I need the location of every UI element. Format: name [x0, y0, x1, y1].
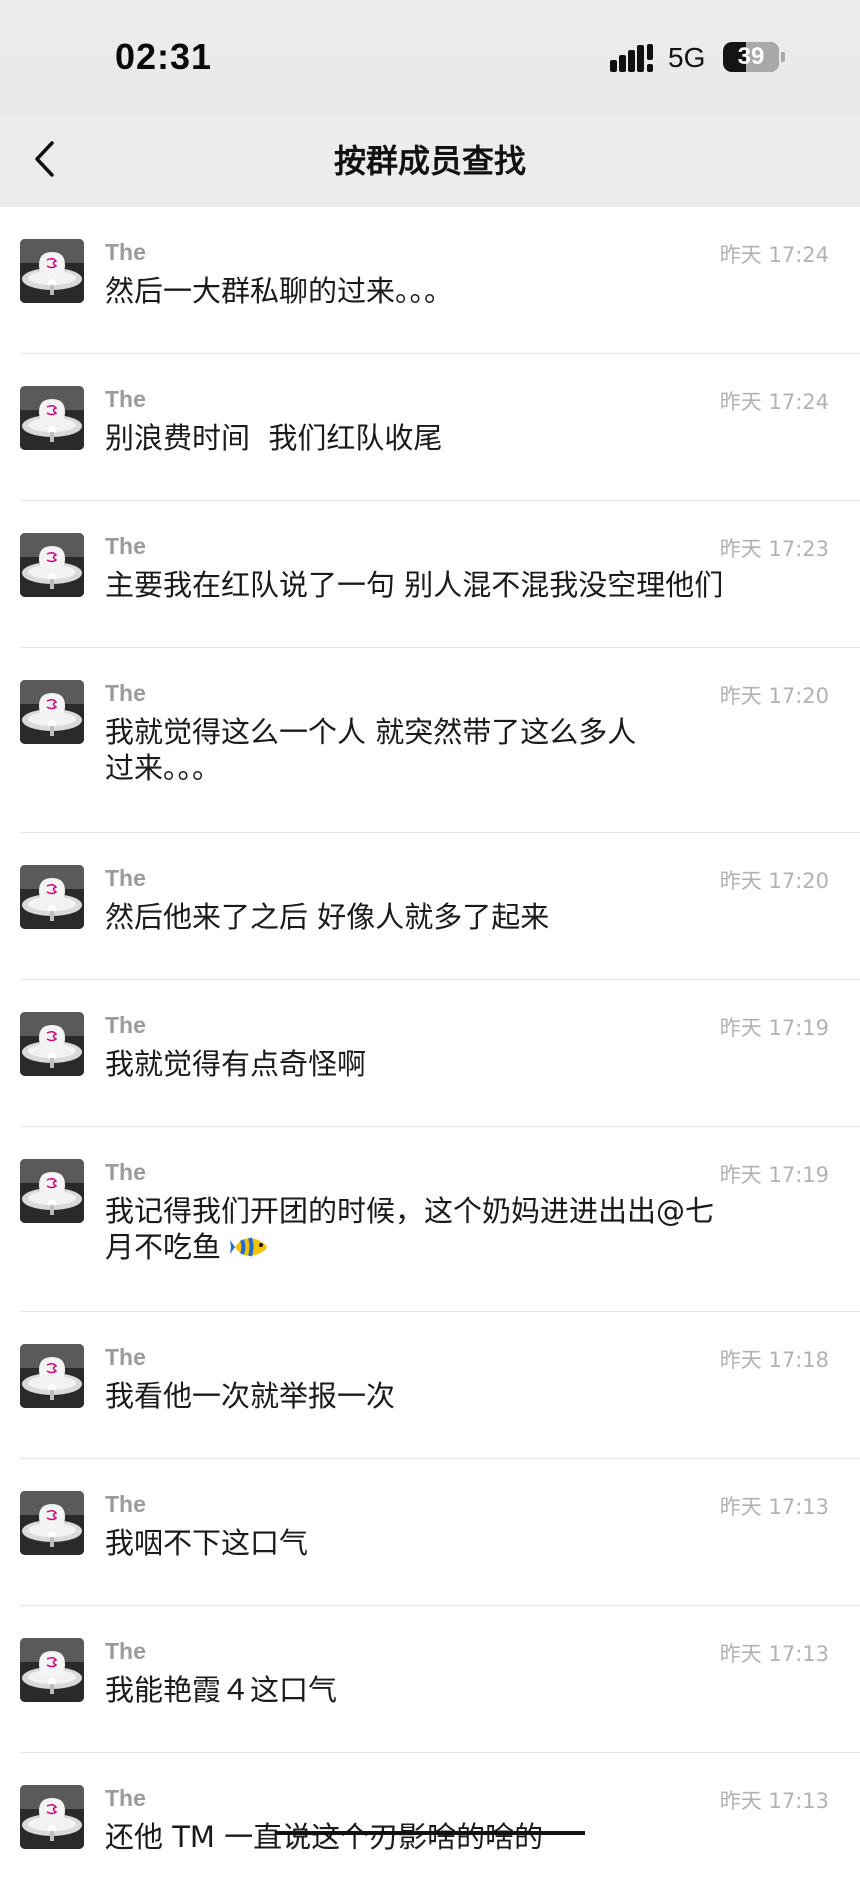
sender-name: The	[105, 1491, 146, 1517]
message-text-line: 我就觉得这么一个人 就突然带了这么多人	[105, 715, 637, 749]
list-item[interactable]: The 昨天 17:13 我咽不下这口气	[0, 1459, 860, 1606]
battery-percent: 39	[737, 43, 765, 70]
status-time: 02:31	[115, 36, 213, 77]
message-text: 还他 TM 一直说这个刃影啥的啥的	[105, 1820, 544, 1854]
message-time: 昨天 17:23	[719, 537, 829, 561]
sender-name: The	[105, 1344, 146, 1370]
sender-name: The	[105, 1012, 146, 1038]
avatar[interactable]	[20, 865, 84, 929]
list-item[interactable]: The 昨天 17:20 然后他来了之后 好像人就多了起来	[0, 833, 860, 980]
sender-name: The	[105, 865, 146, 891]
message-list[interactable]: The 昨天 17:24 然后一大群私聊的过来。。。 The 昨天 17:24 …	[0, 207, 860, 1893]
chevron-left-icon	[35, 141, 54, 177]
message-time: 昨天 17:13	[719, 1495, 829, 1519]
message-text: 我咽不下这口气	[105, 1526, 309, 1560]
avatar[interactable]	[20, 533, 84, 597]
message-text: 主要我在红队说了一句 别人混不混我没空理他们	[105, 568, 724, 602]
battery-icon: 39	[723, 42, 779, 72]
sender-name: The	[105, 533, 146, 559]
message-text: 别浪费时间 我们红队收尾	[105, 421, 443, 455]
sender-name: The	[105, 1785, 146, 1811]
message-text-line: 过来。。。	[105, 751, 222, 785]
message-time: 昨天 17:19	[719, 1016, 829, 1040]
avatar[interactable]	[20, 1785, 84, 1849]
avatar[interactable]	[20, 1638, 84, 1702]
cellular-signal-icon	[610, 44, 653, 72]
message-text: 我看他一次就举报一次	[105, 1379, 396, 1413]
avatar[interactable]	[20, 680, 84, 744]
strikethrough-mark	[275, 1831, 585, 1835]
nav-bar: 按群成员查找	[0, 115, 860, 207]
list-item[interactable]: The 昨天 17:19 我就觉得有点奇怪啊	[0, 980, 860, 1127]
list-item[interactable]: The 昨天 17:23 主要我在红队说了一句 别人混不混我没空理他们	[0, 501, 860, 648]
message-time: 昨天 17:18	[719, 1348, 829, 1372]
list-item[interactable]: The 昨天 17:24 别浪费时间 我们红队收尾	[0, 354, 860, 501]
message-text: 然后他来了之后 好像人就多了起来	[105, 900, 550, 934]
status-bar: 02:31 5G 39	[0, 0, 860, 115]
sender-name: The	[105, 386, 146, 412]
sender-name: The	[105, 1638, 146, 1664]
message-time: 昨天 17:19	[719, 1163, 829, 1187]
message-text: 我就觉得有点奇怪啊	[105, 1047, 367, 1081]
message-text-line: 月不吃鱼	[105, 1229, 805, 1265]
message-text: 我就觉得这么一个人 就突然带了这么多人 过来。。。	[105, 714, 805, 786]
avatar[interactable]	[20, 1344, 84, 1408]
message-text-line: 我记得我们开团的时候，这个奶妈进进出出@七	[105, 1194, 715, 1228]
message-text-fragment: 月不吃鱼	[105, 1230, 222, 1264]
avatar[interactable]	[20, 239, 84, 303]
sender-name: The	[105, 239, 146, 265]
message-time: 昨天 17:20	[719, 684, 829, 708]
message-time: 昨天 17:13	[719, 1789, 829, 1813]
battery-cap	[781, 52, 785, 62]
message-time: 昨天 17:24	[719, 390, 829, 414]
network-type: 5G	[668, 42, 706, 73]
avatar[interactable]	[20, 386, 84, 450]
back-button[interactable]	[22, 135, 72, 185]
message-text: 我能艳霞４这口气	[105, 1673, 338, 1707]
message-text: 我记得我们开团的时候，这个奶妈进进出出@七 月不吃鱼	[105, 1193, 805, 1265]
sender-name: The	[105, 680, 146, 706]
avatar[interactable]	[20, 1012, 84, 1076]
list-item[interactable]: The 昨天 17:19 我记得我们开团的时候，这个奶妈进进出出@七 月不吃鱼	[0, 1127, 860, 1312]
message-text: 然后一大群私聊的过来。。。	[105, 274, 454, 308]
message-time: 昨天 17:20	[719, 869, 829, 893]
page-title: 按群成员查找	[333, 142, 526, 180]
list-item[interactable]: The 昨天 17:13 我能艳霞４这口气	[0, 1606, 860, 1753]
message-time: 昨天 17:24	[719, 243, 829, 267]
list-item[interactable]: The 昨天 17:18 我看他一次就举报一次	[0, 1312, 860, 1459]
list-item[interactable]: The 昨天 17:20 我就觉得这么一个人 就突然带了这么多人 过来。。。	[0, 648, 860, 833]
sender-name: The	[105, 1159, 146, 1185]
avatar[interactable]	[20, 1491, 84, 1555]
list-item[interactable]: The 昨天 17:13 还他 TM 一直说这个刃影啥的啥的	[0, 1753, 860, 1893]
list-item[interactable]: The 昨天 17:24 然后一大群私聊的过来。。。	[0, 207, 860, 354]
message-time: 昨天 17:13	[719, 1642, 829, 1666]
tropical-fish-emoji	[230, 1237, 268, 1257]
avatar[interactable]	[20, 1159, 84, 1223]
